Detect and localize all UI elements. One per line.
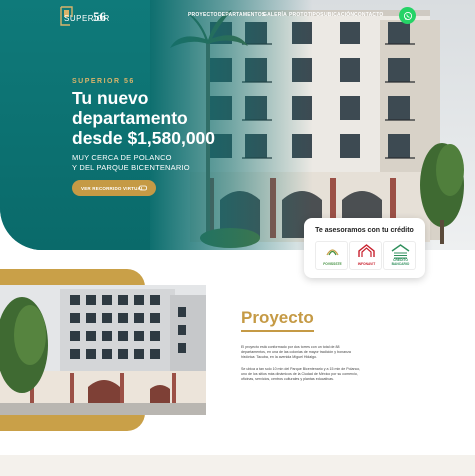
virtual-tour-label: VER RECORRIDO VIRTUAL <box>81 185 144 191</box>
whatsapp-button[interactable] <box>399 7 416 24</box>
hero-title-line3: desde $1,580,000 <box>72 128 216 148</box>
logo-number: 56 <box>93 9 106 24</box>
nav-link-departamentos[interactable]: DEPARTAMENTOS <box>218 12 265 18</box>
nav-link-proyecto[interactable]: PROYECTO <box>188 12 218 18</box>
hero-kicker: SUPERIOR 56 <box>72 78 135 85</box>
page: SUPERIOR 56 PROYECTO DEPARTAMENTOS GALER… <box>0 0 475 476</box>
nav-link-contacto[interactable]: CONTACTO <box>354 12 383 18</box>
infonavit-logo[interactable]: INFONAVIT <box>349 241 382 270</box>
top-nav: SUPERIOR 56 PROYECTO DEPARTAMENTOS GALER… <box>0 0 475 34</box>
nav-link-prototipos[interactable]: PROTOTIPOS <box>289 12 324 18</box>
section-title-underline <box>241 330 314 332</box>
hero-subtitle: MUY CERCA DE POLANCO Y DEL PARQUE BICENT… <box>72 153 190 172</box>
whatsapp-icon <box>403 11 412 20</box>
vr-goggles-icon <box>139 185 147 191</box>
virtual-tour-button[interactable]: VER RECORRIDO VIRTUAL <box>72 180 156 196</box>
hero-title: Tu nuevo departamento desde $1,580,000 <box>72 88 215 148</box>
section-title-proyecto: Proyecto <box>241 308 314 327</box>
nav-link-ubicacion[interactable]: UBICACIÓN <box>324 12 354 18</box>
fovissste-logo[interactable]: FOVISSSTE <box>315 241 348 270</box>
hero-section: SUPERIOR 56 PROYECTO DEPARTAMENTOS GALER… <box>0 0 475 250</box>
credito-bancario-label: CRÉDITO BANCARIO <box>391 258 410 266</box>
nav-link-galeria[interactable]: GALERÍA <box>263 12 287 18</box>
proyecto-p2-line3: oficinas, servicios, centros culturales … <box>241 377 334 381</box>
bottom-band <box>0 455 475 476</box>
hero-title-line2: departamento <box>72 108 188 128</box>
proyecto-p1-line3: histórica: Tacuba, en la avenida Miguel … <box>241 355 318 359</box>
hero-title-line1: Tu nuevo <box>72 88 149 108</box>
hero-subtitle-line2: Y DEL PARQUE BICENTENARIO <box>72 162 190 172</box>
proyecto-paragraph-1: El proyecto está conformado por dos torr… <box>241 345 441 360</box>
fovissste-icon <box>326 249 339 256</box>
project-building-image <box>0 285 206 415</box>
credito-bancario-logo[interactable]: CRÉDITO BANCARIO <box>383 241 416 270</box>
infonavit-label: INFONAVIT <box>357 262 376 266</box>
credit-card: Te asesoramos con tu crédito FOVISSSTE I… <box>304 218 425 278</box>
proyecto-paragraph-2: Se ubica a tan solo 10 min del Parque Bi… <box>241 367 441 382</box>
fovissste-label: FOVISSSTE <box>323 262 342 266</box>
infonavit-icon <box>358 244 375 257</box>
credit-title: Te asesoramos con tu crédito <box>315 227 414 234</box>
hero-subtitle-line1: MUY CERCA DE POLANCO <box>72 153 172 162</box>
